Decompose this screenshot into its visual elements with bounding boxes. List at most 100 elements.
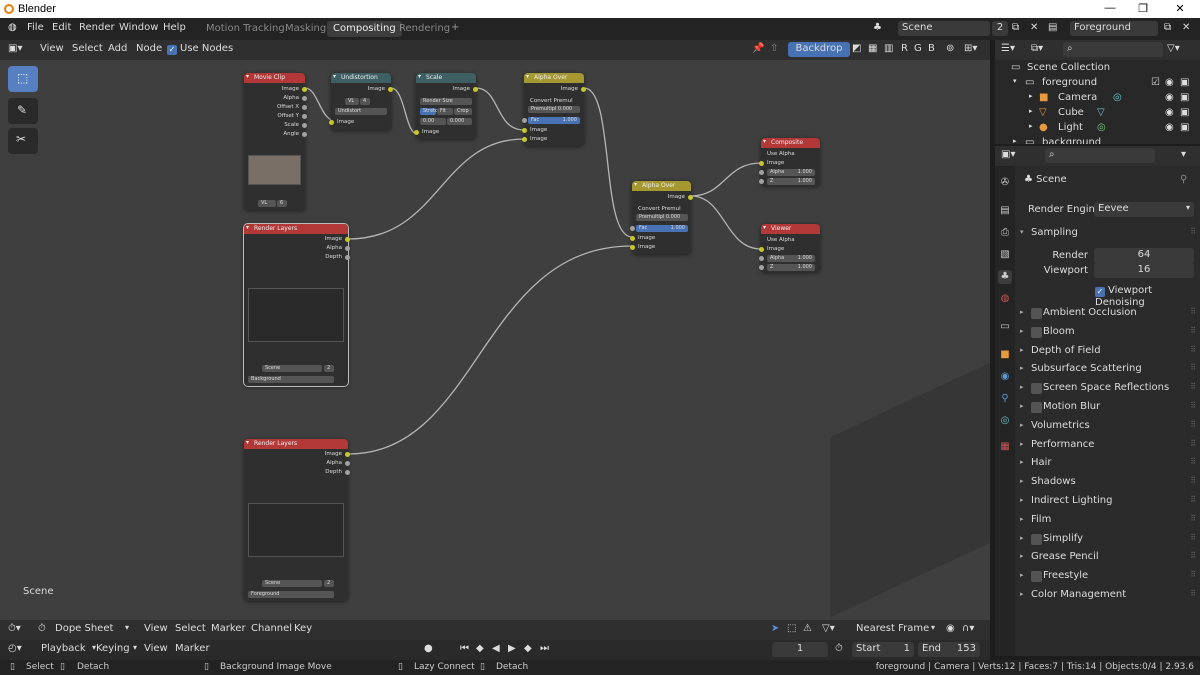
input-socket[interactable]	[522, 128, 527, 133]
input-socket[interactable]	[759, 247, 764, 252]
movie-clip-node[interactable]: Movie Clip Image Alpha Offset X Offset Y…	[244, 73, 307, 210]
scene-users[interactable]: 2	[324, 365, 334, 372]
output-socket[interactable]	[302, 123, 307, 128]
view-layer-tab-icon[interactable]: ▧	[998, 248, 1012, 262]
properties-search-input[interactable]: ⌕	[1045, 148, 1155, 163]
checkbox-icon[interactable]	[1031, 402, 1042, 413]
drag-handle-icon[interactable]: ⠿	[1190, 495, 1196, 504]
menu-render[interactable]: Render	[79, 22, 115, 33]
input-socket[interactable]	[414, 130, 419, 135]
premultiply-field[interactable]: Premultipl 0.000	[636, 214, 688, 221]
channel-r[interactable]: R	[901, 43, 908, 54]
use-alpha-checkbox[interactable]: Use Alpha	[767, 150, 795, 158]
drag-handle-icon[interactable]: ⠿	[1190, 227, 1196, 236]
section-hair[interactable]: ▸ Hair ⠿	[1020, 455, 1196, 473]
output-socket[interactable]	[302, 114, 307, 119]
output-socket[interactable]	[345, 255, 350, 260]
crop-button[interactable]: Crop	[454, 108, 472, 115]
only-selected-icon[interactable]: ➤	[771, 623, 779, 634]
tab-motion-tracking[interactable]: Motion Tracking	[200, 21, 291, 37]
drag-handle-icon[interactable]: ⠿	[1190, 307, 1196, 316]
alpha-field[interactable]: Alpha 1.000	[767, 169, 815, 176]
maximize-icon[interactable]: ❐	[1133, 2, 1153, 15]
options-icon[interactable]: ▾	[1181, 149, 1186, 160]
pin-icon[interactable]: 📌	[752, 43, 764, 54]
clip-users[interactable]: 6	[277, 200, 287, 207]
output-socket[interactable]	[302, 96, 307, 101]
new-view-layer-icon[interactable]: ⧉	[1164, 22, 1171, 33]
drag-handle-icon[interactable]: ⠿	[1190, 457, 1196, 466]
camera-restrict-icon[interactable]: ▣	[1180, 107, 1189, 118]
next-keyframe-icon[interactable]: ◆	[524, 643, 532, 654]
jump-start-icon[interactable]: ⏮	[460, 643, 469, 654]
offset-y-field[interactable]: 0.000	[447, 118, 472, 125]
composite-node[interactable]: Composite Use Alpha Image Alpha 1.000 Z 1.…	[759, 138, 820, 186]
clip-field[interactable]: VL	[258, 200, 276, 207]
output-socket[interactable]	[345, 461, 350, 466]
checkbox-icon[interactable]	[1031, 383, 1042, 395]
stretch-button[interactable]: Stretch	[420, 108, 441, 115]
section-simplify[interactable]: ▸ Simplify ⠿	[1020, 531, 1196, 549]
section-volumetrics[interactable]: ▸ Volumetrics ⠿	[1020, 418, 1196, 436]
drag-handle-icon[interactable]: ⠿	[1190, 570, 1196, 579]
distortion-method-select[interactable]: Undistort	[335, 108, 387, 115]
checkbox-icon[interactable]	[1031, 326, 1042, 338]
convert-premul-checkbox[interactable]: Convert Premul	[530, 97, 573, 105]
input-socket[interactable]	[759, 265, 764, 270]
current-frame-field[interactable]: 1	[772, 642, 828, 657]
start-frame-field[interactable]: Start 1	[852, 642, 914, 657]
eye-icon[interactable]: ◉	[1165, 92, 1174, 103]
section-bloom[interactable]: ▸ Bloom ⠿	[1020, 324, 1196, 342]
tab-compositing[interactable]: Compositing	[327, 21, 402, 37]
input-socket[interactable]	[522, 137, 527, 142]
menu-view[interactable]: View	[144, 623, 168, 634]
input-socket[interactable]	[522, 118, 527, 123]
eye-icon[interactable]: ◉	[1165, 77, 1174, 88]
use-alpha-checkbox[interactable]: Use Alpha	[767, 236, 795, 244]
outliner-row-camera[interactable]: ▸ ■ Camera ◎ ◉ ▣	[995, 92, 1200, 107]
camera-restrict-icon[interactable]: ▣	[1180, 122, 1189, 133]
add-workspace-icon[interactable]: +	[451, 22, 459, 33]
parent-node-tree-icon[interactable]: ⇧	[770, 43, 778, 54]
drag-handle-icon[interactable]: ⠿	[1190, 439, 1196, 448]
constraints-tab-icon[interactable]: ⚲	[998, 392, 1012, 406]
backdrop-button[interactable]: Backdrop	[788, 42, 850, 57]
input-socket[interactable]	[759, 179, 764, 184]
outliner-row-light[interactable]: ▸ ● Light ◎ ◉ ▣	[995, 122, 1200, 137]
editor-type-icon[interactable]: ▣▾	[8, 43, 22, 54]
space-select[interactable]: Render Size	[420, 98, 472, 105]
output-socket[interactable]	[302, 105, 307, 110]
convert-premul-checkbox[interactable]: Convert Premul	[638, 205, 681, 213]
render-engine-select[interactable]: Eevee ▾	[1094, 202, 1194, 217]
tool-tab-icon[interactable]: ✇	[998, 176, 1012, 190]
z-field[interactable]: Z 1.000	[767, 178, 815, 185]
menu-edit[interactable]: Edit	[52, 22, 71, 33]
scene-users[interactable]: 2	[992, 21, 1008, 36]
backdrop-mode-icon[interactable]: ▥	[884, 43, 893, 54]
menu-key[interactable]: Key	[294, 623, 312, 634]
dopesheet-mode-icon[interactable]: ⏱	[38, 623, 46, 634]
drag-handle-icon[interactable]: ⠿	[1190, 345, 1196, 354]
render-samples-field[interactable]: 64	[1094, 248, 1194, 263]
input-socket[interactable]	[630, 226, 635, 231]
minimize-icon[interactable]: —	[1100, 2, 1120, 14]
menu-keying[interactable]: Keying ▾	[96, 643, 140, 654]
fac-field[interactable]: Fac 1.000	[528, 117, 580, 124]
drag-handle-icon[interactable]: ⠿	[1190, 326, 1196, 335]
render-tab-icon[interactable]: ▤	[998, 204, 1012, 218]
menu-add[interactable]: Add	[108, 43, 127, 54]
scene-name-field[interactable]: Scene	[898, 21, 990, 36]
falloff-icon[interactable]: ∩▾	[962, 623, 974, 634]
outliner-search-input[interactable]: ⌕	[1063, 42, 1163, 57]
checkbox-icon[interactable]	[1031, 308, 1042, 319]
scene-users[interactable]: 2	[324, 580, 334, 587]
blender-menu-icon[interactable]: ◍	[8, 22, 17, 33]
alpha-field[interactable]: Alpha 1.000	[767, 255, 815, 262]
clip-field[interactable]: VL	[345, 98, 359, 105]
backdrop-color-icon[interactable]: ◩	[852, 43, 861, 54]
output-socket[interactable]	[345, 237, 350, 242]
only-errors-icon[interactable]: ⚠	[803, 623, 812, 634]
menu-select[interactable]: Select	[72, 43, 103, 54]
object-data-tab-icon[interactable]: ◎	[998, 414, 1012, 428]
undistortion-node[interactable]: Undistortion Image VL 4 Undistort Image	[329, 73, 393, 130]
